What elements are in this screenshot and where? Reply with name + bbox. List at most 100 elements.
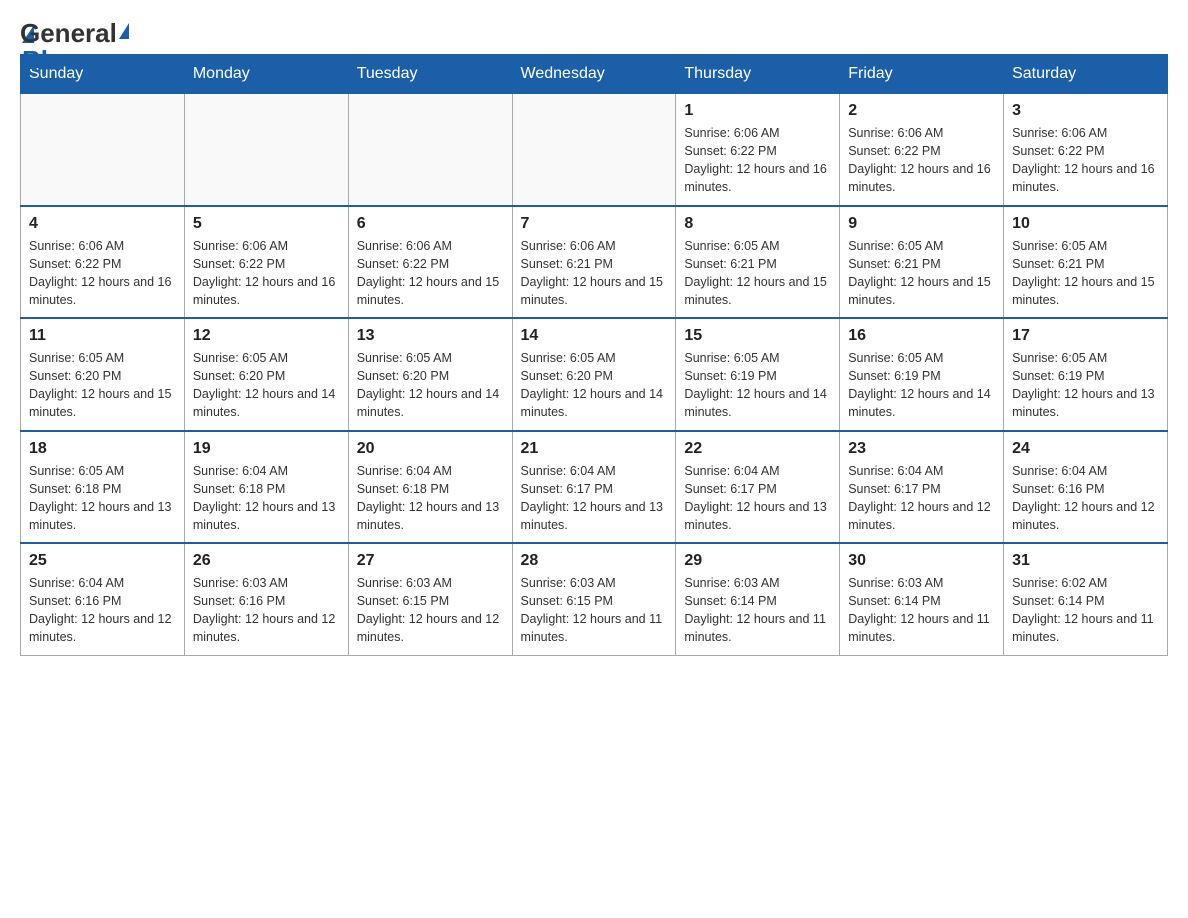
calendar-week-row: 4 Sunrise: 6:06 AMSunset: 6:22 PMDaylight… [21, 206, 1168, 319]
day-number: 15 [684, 327, 831, 345]
calendar-day-cell: 22 Sunrise: 6:04 AMSunset: 6:17 PMDayligh… [676, 431, 840, 544]
day-info: Sunrise: 6:05 AMSunset: 6:18 PMDaylight:… [29, 462, 176, 535]
day-number: 20 [357, 440, 504, 458]
day-info: Sunrise: 6:05 AMSunset: 6:19 PMDaylight:… [684, 349, 831, 422]
day-number: 4 [29, 215, 176, 233]
day-info: Sunrise: 6:05 AMSunset: 6:21 PMDaylight:… [684, 237, 831, 310]
day-info: Sunrise: 6:05 AMSunset: 6:20 PMDaylight:… [521, 349, 668, 422]
day-info: Sunrise: 6:03 AMSunset: 6:15 PMDaylight:… [357, 574, 504, 647]
calendar-header-wednesday: Wednesday [512, 55, 676, 94]
calendar-day-cell: 11Sunrise: 6:05 AMSunset: 6:20 PMDayligh… [21, 318, 185, 431]
day-number: 5 [193, 215, 340, 233]
day-info: Sunrise: 6:05 AMSunset: 6:19 PMDaylight:… [848, 349, 995, 422]
calendar-day-cell: 12 Sunrise: 6:05 AMSunset: 6:20 PMDayligh… [184, 318, 348, 431]
day-info: Sunrise: 6:03 AMSunset: 6:14 PMDaylight:… [684, 574, 831, 647]
calendar-day-cell: 21 Sunrise: 6:04 AMSunset: 6:17 PMDayligh… [512, 431, 676, 544]
day-info: Sunrise: 6:05 AMSunset: 6:20 PMDaylight:… [357, 349, 504, 422]
day-info: Sunrise: 6:06 AMSunset: 6:22 PMDaylight:… [193, 237, 340, 310]
calendar-table: SundayMondayTuesdayWednesdayThursdayFrid… [20, 54, 1168, 656]
day-info: Sunrise: 6:04 AMSunset: 6:17 PMDaylight:… [848, 462, 995, 535]
day-info: Sunrise: 6:06 AMSunset: 6:22 PMDaylight:… [357, 237, 504, 310]
day-info: Sunrise: 6:04 AMSunset: 6:18 PMDaylight:… [193, 462, 340, 535]
day-info: Sunrise: 6:04 AMSunset: 6:18 PMDaylight:… [357, 462, 504, 535]
day-info: Sunrise: 6:02 AMSunset: 6:14 PMDaylight:… [1012, 574, 1159, 647]
day-number: 13 [357, 327, 504, 345]
calendar-day-cell: 10 Sunrise: 6:05 AMSunset: 6:21 PMDayligh… [1004, 206, 1168, 319]
day-number: 3 [1012, 102, 1159, 120]
calendar-day-cell [512, 94, 676, 206]
day-number: 6 [357, 215, 504, 233]
day-number: 31 [1012, 552, 1159, 570]
day-number: 23 [848, 440, 995, 458]
calendar-week-row: 18 Sunrise: 6:05 AMSunset: 6:18 PMDayligh… [21, 431, 1168, 544]
logo-blue-part: Blue [22, 45, 78, 75]
calendar-day-cell: 26 Sunrise: 6:03 AMSunset: 6:16 PMDayligh… [184, 543, 348, 655]
calendar-day-cell: 8Sunrise: 6:05 AMSunset: 6:21 PMDaylight… [676, 206, 840, 319]
calendar-day-cell: 25 Sunrise: 6:04 AMSunset: 6:16 PMDayligh… [21, 543, 185, 655]
day-info: Sunrise: 6:03 AMSunset: 6:15 PMDaylight:… [521, 574, 668, 647]
day-info: Sunrise: 6:04 AMSunset: 6:17 PMDaylight:… [521, 462, 668, 535]
calendar-day-cell: 2Sunrise: 6:06 AMSunset: 6:22 PMDaylight… [840, 94, 1004, 206]
calendar-day-cell: 19 Sunrise: 6:04 AMSunset: 6:18 PMDayligh… [184, 431, 348, 544]
calendar-day-cell: 6 Sunrise: 6:06 AMSunset: 6:22 PMDaylight… [348, 206, 512, 319]
calendar-day-cell: 4 Sunrise: 6:06 AMSunset: 6:22 PMDaylight… [21, 206, 185, 319]
day-number: 16 [848, 327, 995, 345]
day-number: 18 [29, 440, 176, 458]
calendar-day-cell: 23 Sunrise: 6:04 AMSunset: 6:17 PMDayligh… [840, 431, 1004, 544]
calendar-day-cell: 16 Sunrise: 6:05 AMSunset: 6:19 PMDayligh… [840, 318, 1004, 431]
calendar-header-monday: Monday [184, 55, 348, 94]
day-info: Sunrise: 6:03 AMSunset: 6:16 PMDaylight:… [193, 574, 340, 647]
calendar-day-cell: 3 Sunrise: 6:06 AMSunset: 6:22 PMDaylight… [1004, 94, 1168, 206]
day-info: Sunrise: 6:04 AMSunset: 6:17 PMDaylight:… [684, 462, 831, 535]
day-number: 26 [193, 552, 340, 570]
calendar-week-row: 1Sunrise: 6:06 AMSunset: 6:22 PMDaylight… [21, 94, 1168, 206]
day-info: Sunrise: 6:05 AMSunset: 6:21 PMDaylight:… [1012, 237, 1159, 310]
page-header [20, 20, 1168, 44]
day-info: Sunrise: 6:06 AMSunset: 6:22 PMDaylight:… [1012, 124, 1159, 197]
calendar-day-cell: 31 Sunrise: 6:02 AMSunset: 6:14 PMDayligh… [1004, 543, 1168, 655]
day-number: 14 [521, 327, 668, 345]
day-info: Sunrise: 6:05 AMSunset: 6:20 PMDaylight:… [193, 349, 340, 422]
calendar-day-cell: 7 Sunrise: 6:06 AMSunset: 6:21 PMDaylight… [512, 206, 676, 319]
calendar-header-row: SundayMondayTuesdayWednesdayThursdayFrid… [21, 55, 1168, 94]
calendar-header-friday: Friday [840, 55, 1004, 94]
calendar-day-cell: 15 Sunrise: 6:05 AMSunset: 6:19 PMDayligh… [676, 318, 840, 431]
calendar-day-cell: 28 Sunrise: 6:03 AMSunset: 6:15 PMDayligh… [512, 543, 676, 655]
calendar-day-cell: 20 Sunrise: 6:04 AMSunset: 6:18 PMDayligh… [348, 431, 512, 544]
day-info: Sunrise: 6:06 AMSunset: 6:22 PMDaylight:… [848, 124, 995, 197]
calendar-header-tuesday: Tuesday [348, 55, 512, 94]
day-number: 28 [521, 552, 668, 570]
day-info: Sunrise: 6:06 AMSunset: 6:21 PMDaylight:… [521, 237, 668, 310]
day-number: 30 [848, 552, 995, 570]
day-info: Sunrise: 6:05 AMSunset: 6:19 PMDaylight:… [1012, 349, 1159, 422]
calendar-day-cell: 13 Sunrise: 6:05 AMSunset: 6:20 PMDayligh… [348, 318, 512, 431]
calendar-day-cell [184, 94, 348, 206]
day-number: 24 [1012, 440, 1159, 458]
calendar-header-saturday: Saturday [1004, 55, 1168, 94]
day-info: Sunrise: 6:04 AMSunset: 6:16 PMDaylight:… [1012, 462, 1159, 535]
day-number: 10 [1012, 215, 1159, 233]
calendar-day-cell: 30Sunrise: 6:03 AMSunset: 6:14 PMDayligh… [840, 543, 1004, 655]
day-number: 19 [193, 440, 340, 458]
day-info: Sunrise: 6:04 AMSunset: 6:16 PMDaylight:… [29, 574, 176, 647]
calendar-day-cell: 9Sunrise: 6:05 AMSunset: 6:21 PMDaylight… [840, 206, 1004, 319]
calendar-day-cell [348, 94, 512, 206]
calendar-header-thursday: Thursday [676, 55, 840, 94]
calendar-week-row: 11 Sunrise: 6:05 AMSunset: 6:20 PMDayligh… [21, 318, 1168, 431]
day-number: 29 [684, 552, 831, 570]
calendar-week-row: 25 Sunrise: 6:04 AMSunset: 6:16 PMDayligh… [21, 543, 1168, 655]
day-number: 9 [848, 215, 995, 233]
day-number: 25 [29, 552, 176, 570]
calendar-day-cell: 27Sunrise: 6:03 AMSunset: 6:15 PMDayligh… [348, 543, 512, 655]
calendar-day-cell: 24 Sunrise: 6:04 AMSunset: 6:16 PMDayligh… [1004, 431, 1168, 544]
day-number: 22 [684, 440, 831, 458]
day-number: 21 [521, 440, 668, 458]
day-info: Sunrise: 6:06 AMSunset: 6:22 PMDaylight:… [29, 237, 176, 310]
day-info: Sunrise: 6:06 AMSunset: 6:22 PMDaylight:… [684, 124, 831, 197]
calendar-day-cell: 17Sunrise: 6:05 AMSunset: 6:19 PMDayligh… [1004, 318, 1168, 431]
calendar-day-cell: 29 Sunrise: 6:03 AMSunset: 6:14 PMDayligh… [676, 543, 840, 655]
day-number: 11 [29, 327, 176, 345]
day-number: 12 [193, 327, 340, 345]
calendar-day-cell [21, 94, 185, 206]
day-number: 7 [521, 215, 668, 233]
